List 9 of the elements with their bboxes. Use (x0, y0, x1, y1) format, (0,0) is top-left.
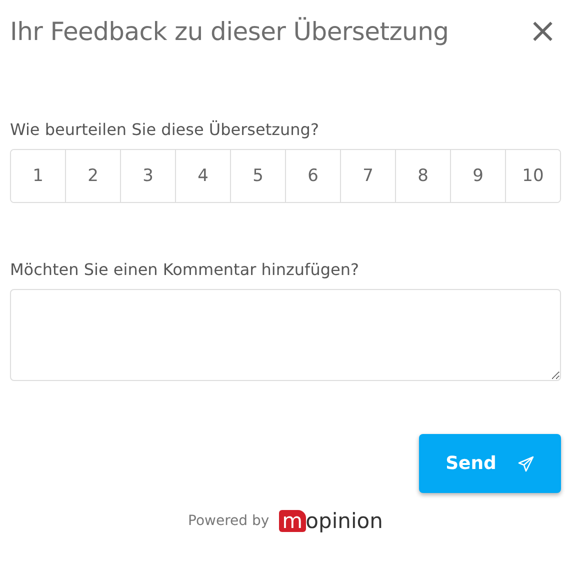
paper-plane-icon (518, 456, 534, 472)
close-button[interactable]: × (526, 14, 559, 48)
dialog-title: Ihr Feedback zu dieser Übersetzung (10, 16, 449, 46)
rating-option[interactable]: 1 (11, 150, 66, 202)
question-label: Möchten Sie einen Kommentar hinzufügen? (10, 260, 360, 279)
comment-field[interactable] (10, 289, 561, 381)
brand-logo: m opinion (279, 509, 383, 533)
question-label: Wie beurteilen Sie diese Übersetzung? (10, 120, 320, 139)
powered-by-label: Powered by (188, 513, 270, 529)
